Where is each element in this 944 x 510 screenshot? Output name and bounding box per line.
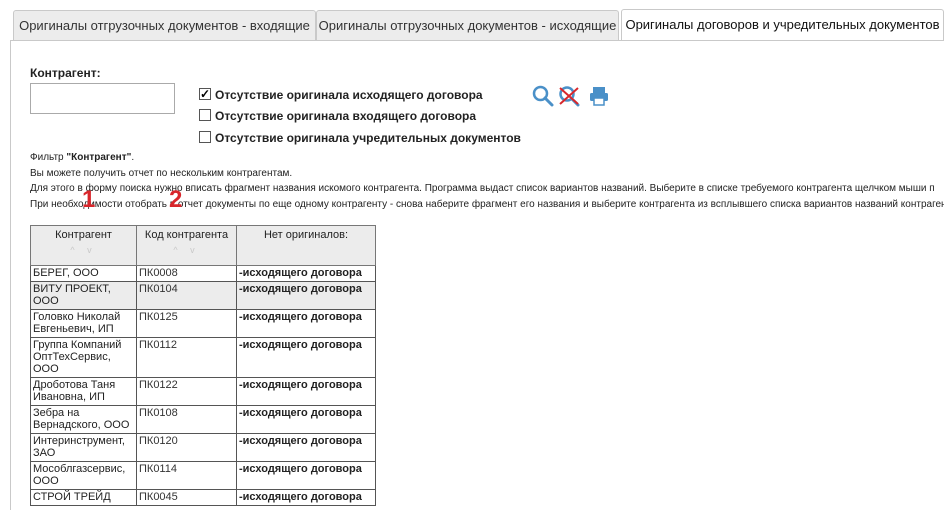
column-header-code-label: Код контрагента: [144, 229, 229, 241]
info-filter-name: "Контрагент": [66, 152, 132, 163]
cell-status: -исходящего договора: [236, 461, 376, 490]
cell-code: ПК0120: [136, 433, 237, 462]
cell-counterparty: Интеринструмент, ЗАО: [30, 433, 137, 462]
cell-status: -исходящего договора: [236, 309, 376, 338]
cell-counterparty: Группа Компаний ОптТехСервис, ООО: [30, 337, 137, 378]
cell-code: ПК0122: [136, 377, 237, 406]
column-header-code[interactable]: Код контрагента ^ v: [136, 225, 237, 266]
table-row[interactable]: Дроботова Таня Ивановна, ИП ПК0122 -исхо…: [30, 377, 376, 406]
cell-status: -исходящего договора: [236, 265, 376, 282]
tab-contracts[interactable]: Оригиналы договоров и учредительных доку…: [621, 9, 944, 41]
checkbox-founding-label: Отсутствие оригинала учредительных докум…: [215, 131, 521, 145]
cell-code: ПК0104: [136, 281, 237, 310]
sort-arrows-icon[interactable]: ^ v: [139, 245, 234, 255]
cell-status: -исходящего договора: [236, 377, 376, 406]
column-header-counterparty[interactable]: Контрагент ^ v: [30, 225, 137, 266]
sort-arrows-icon[interactable]: ^ v: [33, 245, 134, 255]
cell-counterparty: Зебра на Вернадского, ООО: [30, 405, 137, 434]
info-filter-suffix: .: [131, 152, 135, 163]
counterparty-input[interactable]: [30, 83, 175, 114]
table-row[interactable]: Группа Компаний ОптТехСервис, ООО ПК0112…: [30, 337, 376, 378]
tab-shipping-incoming[interactable]: Оригиналы отгрузочных документов - входя…: [13, 10, 316, 40]
info-line-3: Для этого в форму поиска нужно вписать ф…: [30, 183, 935, 194]
tab-divider: [10, 40, 944, 41]
column-header-counterparty-label: Контрагент: [55, 229, 112, 241]
column-header-missing: Нет оригиналов:: [236, 225, 376, 266]
table-header-row: Контрагент ^ v Код контрагента ^ v Нет ори…: [30, 225, 376, 266]
cell-status: -исходящего договора: [236, 281, 376, 310]
info-filter-title: Фильтр "Контрагент".: [30, 152, 134, 163]
cell-counterparty: Мособлгазсервис, ООО: [30, 461, 137, 490]
checkbox-outgoing-label: Отсутствие оригинала исходящего договора: [215, 88, 483, 102]
cell-counterparty: СТРОЙ ТРЕЙД: [30, 489, 137, 506]
table-row[interactable]: Мособлгазсервис, ООО ПК0114 -исходящего …: [30, 461, 376, 490]
tab-bar: Оригиналы отгрузочных документов - входя…: [0, 0, 944, 41]
checkbox-founding[interactable]: [199, 131, 211, 143]
info-line-2: Вы можете получить отчет по нескольким к…: [30, 168, 293, 179]
info-filter-prefix: Фильтр: [30, 152, 67, 163]
print-icon[interactable]: [588, 85, 610, 107]
cell-counterparty: Дроботова Таня Ивановна, ИП: [30, 377, 137, 406]
table-row[interactable]: ВИТУ ПРОЕКТ, ООО ПК0104 -исходящего дого…: [30, 281, 376, 310]
table-row[interactable]: Зебра на Вернадского, ООО ПК0108 -исходя…: [30, 405, 376, 434]
cell-status: -исходящего договора: [236, 489, 376, 506]
checkbox-outgoing[interactable]: ✓: [199, 88, 211, 100]
content-border: [10, 40, 11, 510]
cell-counterparty: ВИТУ ПРОЕКТ, ООО: [30, 281, 137, 310]
cell-code: ПК0108: [136, 405, 237, 434]
cell-status: -исходящего договора: [236, 337, 376, 378]
search-icon[interactable]: [532, 85, 554, 107]
checkbox-incoming-label: Отсутствие оригинала входящего договора: [215, 109, 477, 123]
table-row[interactable]: БЕРЕГ, ООО ПК0008 -исходящего договора: [30, 265, 376, 282]
cell-counterparty: Головко Николай Евгеньевич, ИП: [30, 309, 137, 338]
cell-code: ПК0125: [136, 309, 237, 338]
checkbox-incoming[interactable]: [199, 109, 211, 121]
marker-2: 2: [169, 186, 183, 213]
counterparty-label: Контрагент:: [30, 66, 101, 80]
table-row[interactable]: СТРОЙ ТРЕЙД ПК0045 -исходящего договора: [30, 489, 376, 506]
cell-code: ПК0112: [136, 337, 237, 378]
tab-shipping-outgoing[interactable]: Оригиналы отгрузочных документов - исход…: [316, 10, 619, 40]
marker-1: 1: [82, 186, 96, 213]
clear-search-icon[interactable]: [558, 85, 580, 107]
cell-code: ПК0114: [136, 461, 237, 490]
info-line-4: При необходимости отобрать в отчет докум…: [30, 199, 944, 210]
counterparty-table: Контрагент ^ v Код контрагента ^ v Нет ори…: [30, 225, 376, 506]
cell-status: -исходящего договора: [236, 405, 376, 434]
column-header-missing-label: Нет оригиналов:: [263, 229, 349, 241]
cell-counterparty: БЕРЕГ, ООО: [30, 265, 137, 282]
cell-code: ПК0008: [136, 265, 237, 282]
table-row[interactable]: Интеринструмент, ЗАО ПК0120 -исходящего …: [30, 433, 376, 462]
cell-status: -исходящего договора: [236, 433, 376, 462]
table-row[interactable]: Головко Николай Евгеньевич, ИП ПК0125 -и…: [30, 309, 376, 338]
cell-code: ПК0045: [136, 489, 237, 506]
